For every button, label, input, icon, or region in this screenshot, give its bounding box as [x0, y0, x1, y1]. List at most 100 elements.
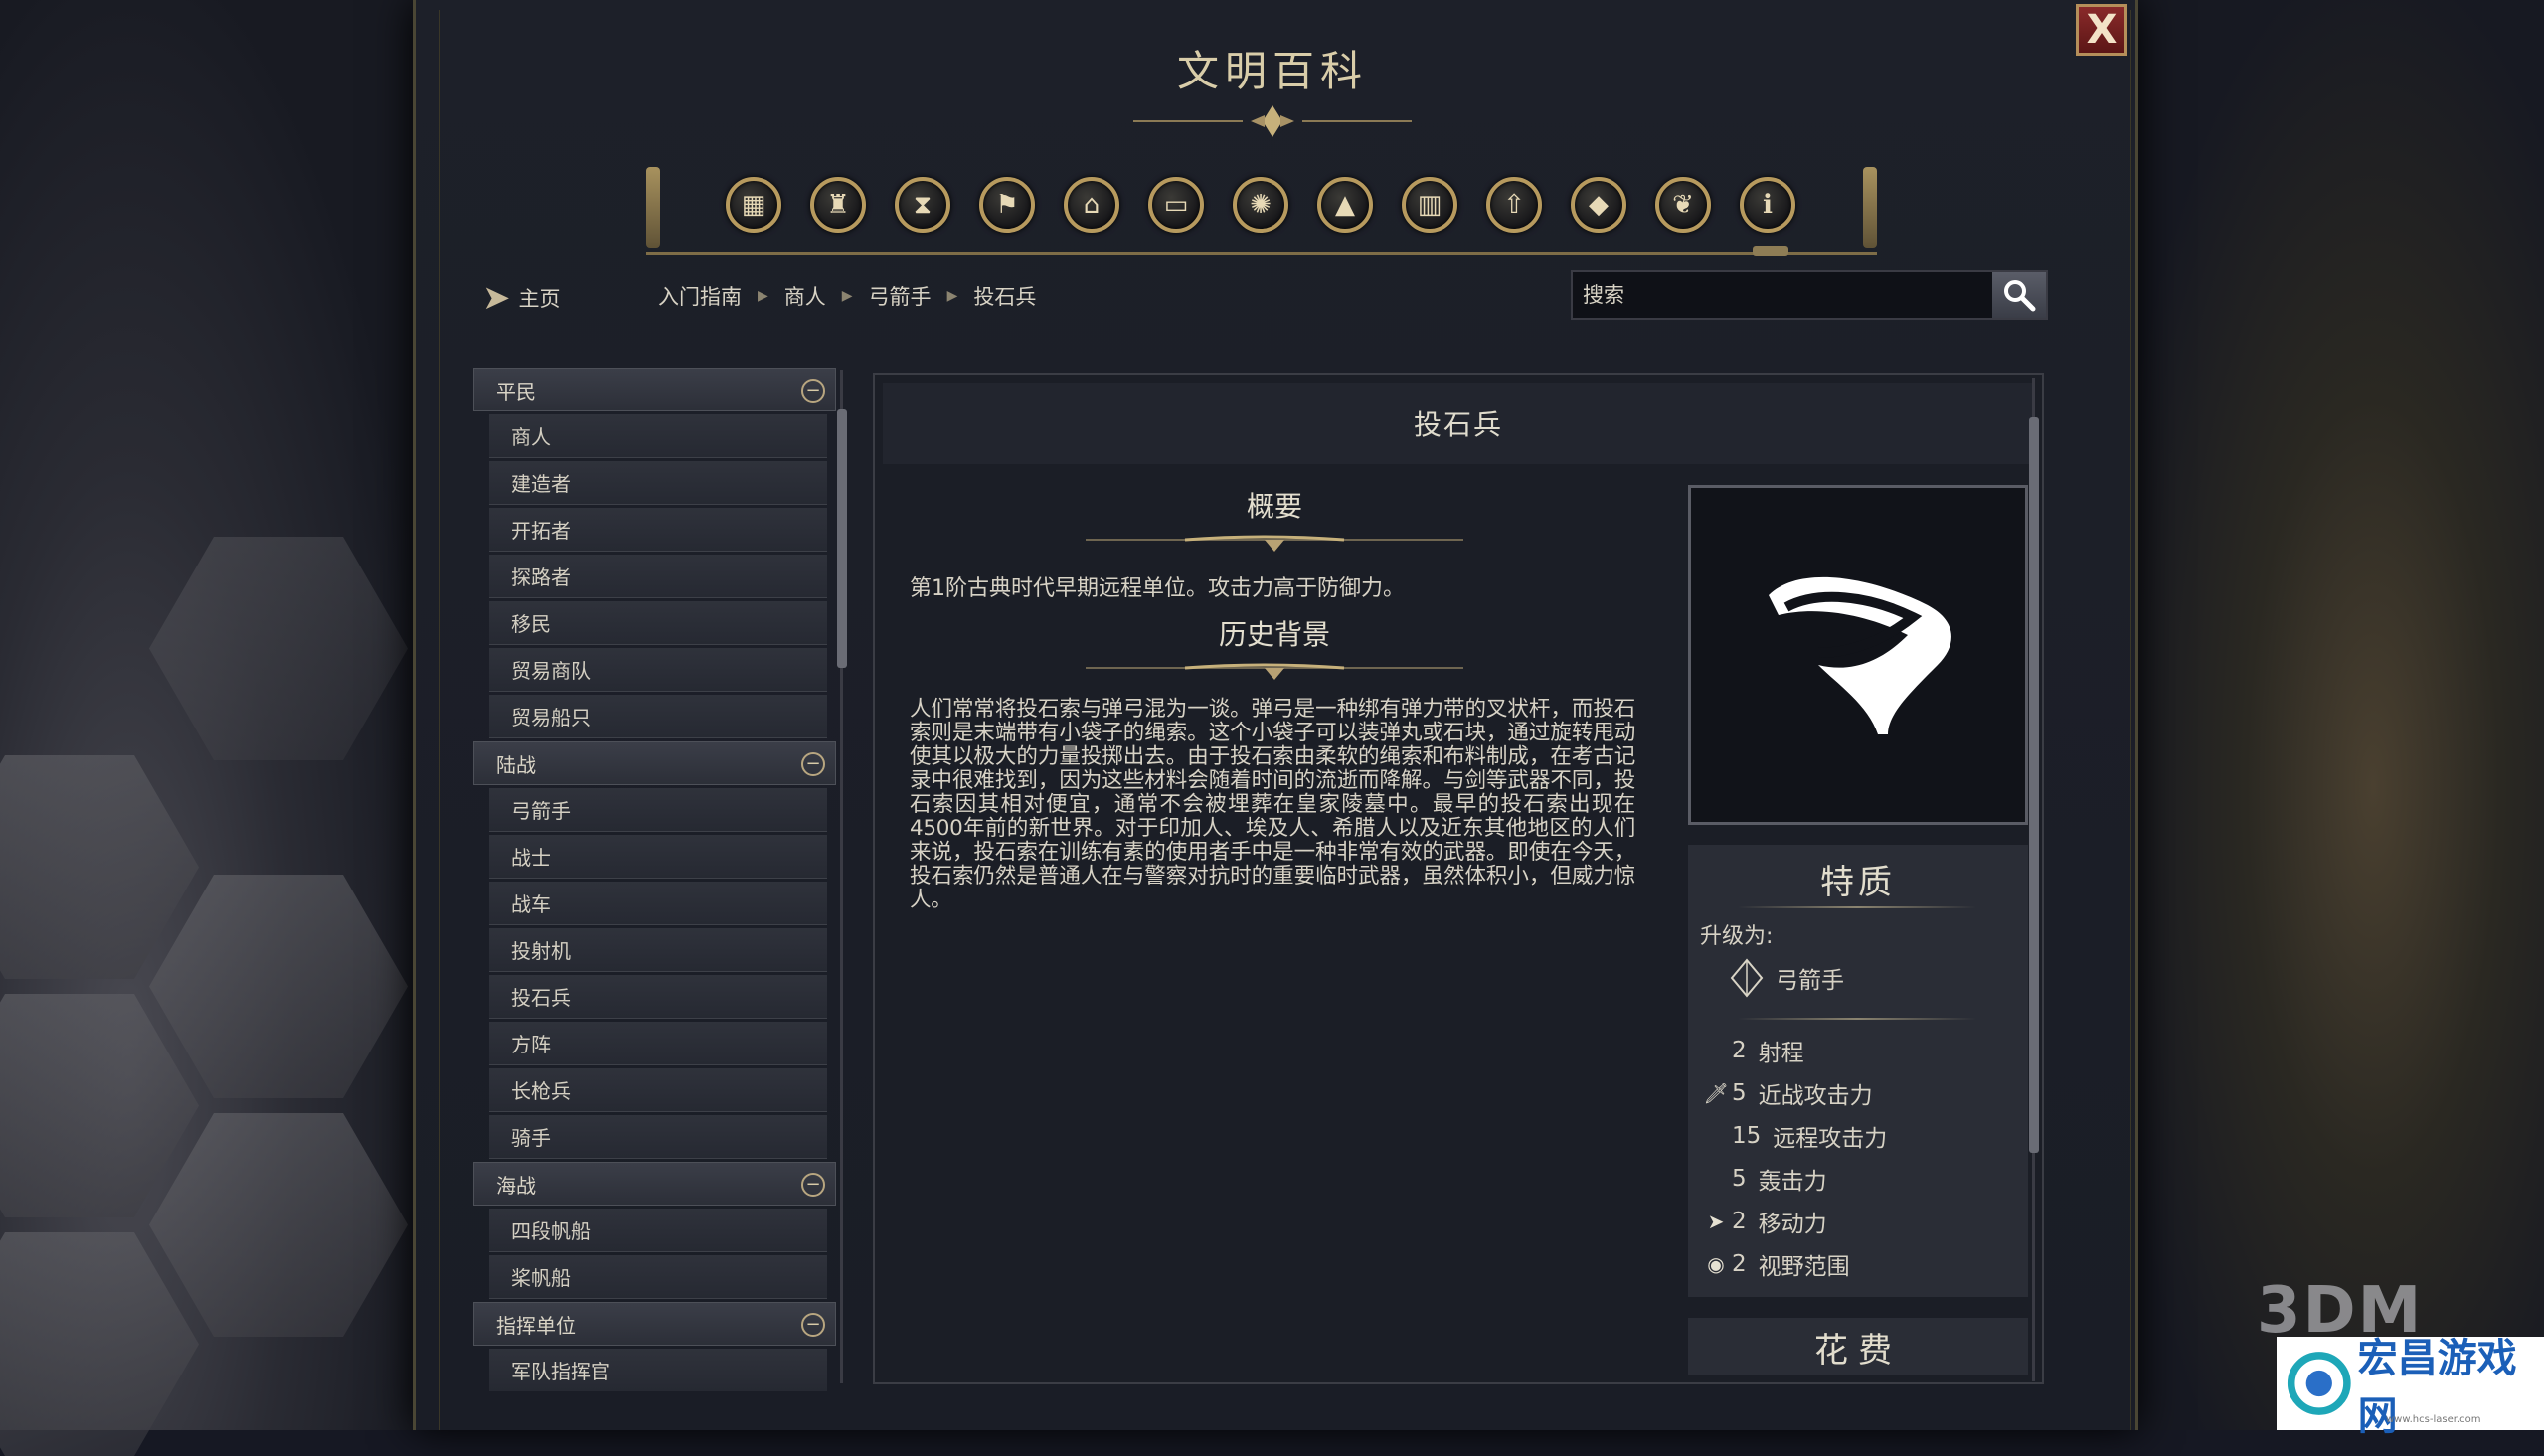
vase-icon[interactable]: ♜ [810, 177, 866, 233]
article-scrollbar[interactable] [2028, 378, 2040, 1381]
breadcrumb-separator-icon: ▶ [758, 288, 768, 304]
hourglass-icon[interactable]: ⧗ [895, 177, 950, 233]
stat-value: 2 [1732, 1038, 1747, 1063]
temple-icon[interactable]: ⌂ [1064, 177, 1119, 233]
list-item[interactable]: 弓箭手 [489, 788, 827, 832]
category-icon-bar: ▦ ♜ ⧗ ⚑ ⌂ ▭ ✺ ▲ ▥ ⇧ ◆ ❦ ℹ [646, 167, 1877, 255]
icon-bar-right-cap [1863, 167, 1877, 248]
stat-label: 视野范围 [1758, 1254, 1850, 1280]
traits-heading: 特质 [1820, 863, 1896, 902]
diamond-icon[interactable]: ◆ [1571, 177, 1626, 233]
breadcrumb-item[interactable]: 商人 [784, 281, 826, 311]
section-divider [1086, 663, 1463, 680]
list-item[interactable]: 商人 [489, 414, 827, 458]
hex-tile [0, 1232, 199, 1456]
list-item[interactable]: 长枪兵 [489, 1068, 827, 1112]
scroll-thumb[interactable] [837, 409, 847, 668]
info-icon[interactable]: ℹ [1740, 177, 1795, 233]
collapse-icon[interactable]: − [801, 752, 825, 776]
summary-heading: 概要 [1246, 490, 1302, 523]
hex-tile [0, 994, 199, 1217]
scroll-thumb[interactable] [2029, 417, 2039, 1153]
sidebar-group-land[interactable]: 陆战 − [473, 741, 836, 785]
list-item[interactable]: 建造者 [489, 461, 827, 505]
breadcrumb-separator-icon: ▶ [946, 288, 958, 304]
sidebar-group-naval[interactable]: 海战 − [473, 1162, 836, 1206]
list-item[interactable]: 方阵 [489, 1022, 827, 1065]
traits-divider [1738, 906, 1976, 908]
collapse-icon[interactable]: − [801, 1313, 825, 1337]
district-icon[interactable]: ▥ [1402, 177, 1457, 233]
list-item[interactable]: 移民 [489, 601, 827, 645]
close-button[interactable]: X [2076, 4, 2127, 56]
breadcrumb-separator-icon: ▶ [841, 288, 853, 304]
stat-value: 2 [1732, 1251, 1747, 1277]
watermark-logo: 宏昌游戏网 www.hcs-laser.com [2277, 1336, 2544, 1439]
sidebar-scrollbar[interactable] [837, 370, 847, 1383]
window-title: 文明百科 [1176, 47, 1368, 95]
icon-bar-left-cap [646, 167, 660, 248]
collapse-icon[interactable]: − [801, 1173, 825, 1197]
mountains-icon[interactable]: ▲ [1317, 177, 1373, 233]
search-button[interactable] [1992, 272, 2046, 318]
list-item[interactable]: 投石兵 [489, 975, 827, 1019]
book-icon[interactable]: ▭ [1148, 177, 1204, 233]
sword-icon: 🗡 [1703, 1081, 1729, 1105]
upgrade-target-link[interactable]: 弓箭手 [1730, 958, 1844, 998]
stat-value: 15 [1732, 1123, 1762, 1149]
section-divider [1086, 535, 1463, 552]
unit-portrait [1688, 485, 2028, 825]
list-item[interactable]: 贸易商队 [489, 648, 827, 692]
breadcrumb: 入门指南 ▶ 商人 ▶ 弓箭手 ▶ 投石兵 [658, 281, 1036, 311]
selected-category-indicator [1753, 246, 1788, 256]
list-item[interactable]: 战车 [489, 882, 827, 925]
stat-row: 🗡 5 近战攻击力 [1700, 1076, 1873, 1110]
breadcrumb-item[interactable]: 投石兵 [973, 281, 1036, 311]
group-label: 陆战 [496, 752, 536, 777]
flag-icon[interactable]: ⚑ [979, 177, 1035, 233]
sidebar-group-civilian[interactable]: 平民 − [473, 368, 836, 411]
sidebar-group-commanders[interactable]: 指挥单位 − [473, 1302, 836, 1346]
list-item[interactable]: 贸易船只 [489, 695, 827, 738]
group-label: 指挥单位 [496, 1313, 576, 1338]
breadcrumb-item[interactable]: 弓箭手 [869, 281, 932, 311]
stat-label: 近战攻击力 [1758, 1083, 1873, 1109]
upgrade-target-label: 弓箭手 [1776, 968, 1844, 994]
box-icon[interactable]: ▦ [726, 177, 781, 233]
group-label: 平民 [496, 379, 536, 404]
list-item[interactable]: 战士 [489, 835, 827, 879]
list-item[interactable]: 军队指挥官 [489, 1349, 827, 1391]
stat-value: 5 [1732, 1080, 1747, 1106]
home-link[interactable]: ➤ 主页 [482, 278, 561, 318]
list-item[interactable]: 骑手 [489, 1115, 827, 1159]
atom-icon[interactable]: ✺ [1233, 177, 1288, 233]
stat-label: 轰击力 [1758, 1169, 1827, 1195]
watermark-url: www.hcs-laser.com [2386, 1414, 2481, 1425]
traits-panel: 特质 升级为: 弓箭手 2 射程 🗡 5 近战攻击力 15 远程攻击力 5 轰击… [1688, 845, 2028, 1297]
history-text: 人们常常将投石索与弹弓混为一谈。弹弓是一种绑有弹力带的叉状杆，而投石索则是末端带… [910, 697, 1635, 912]
dove-icon[interactable]: ❦ [1655, 177, 1711, 233]
hex-tile [149, 875, 408, 1098]
title-ornament [1133, 105, 1412, 137]
background-left [0, 0, 427, 1456]
search-input[interactable] [1573, 272, 1990, 318]
cost-heading: 花费 [1688, 1318, 2028, 1375]
back-arrow-icon: ➤ [482, 278, 511, 318]
group-label: 海战 [496, 1173, 536, 1198]
list-item[interactable]: 桨帆船 [489, 1255, 827, 1299]
breadcrumb-item[interactable]: 入门指南 [658, 281, 742, 311]
list-item[interactable]: 开拓者 [489, 508, 827, 552]
stat-row: 5 轰击力 [1700, 1162, 1827, 1196]
hex-tile [149, 1113, 408, 1337]
sidebar-list: 平民 − 商人 建造者 开拓者 探路者 移民 贸易商队 贸易船只 陆战 − 弓箭… [473, 368, 836, 1391]
stat-label: 射程 [1758, 1041, 1804, 1066]
stat-row: 2 射程 [1700, 1034, 1804, 1067]
traits-divider [1738, 1018, 1976, 1020]
history-heading: 历史背景 [1218, 618, 1330, 651]
movement-icon: ➤ [1707, 1210, 1725, 1233]
collapse-icon[interactable]: − [801, 379, 825, 403]
upgrade-arrow-icon[interactable]: ⇧ [1486, 177, 1542, 233]
list-item[interactable]: 探路者 [489, 555, 827, 598]
list-item[interactable]: 投射机 [489, 928, 827, 972]
list-item[interactable]: 四段帆船 [489, 1209, 827, 1252]
